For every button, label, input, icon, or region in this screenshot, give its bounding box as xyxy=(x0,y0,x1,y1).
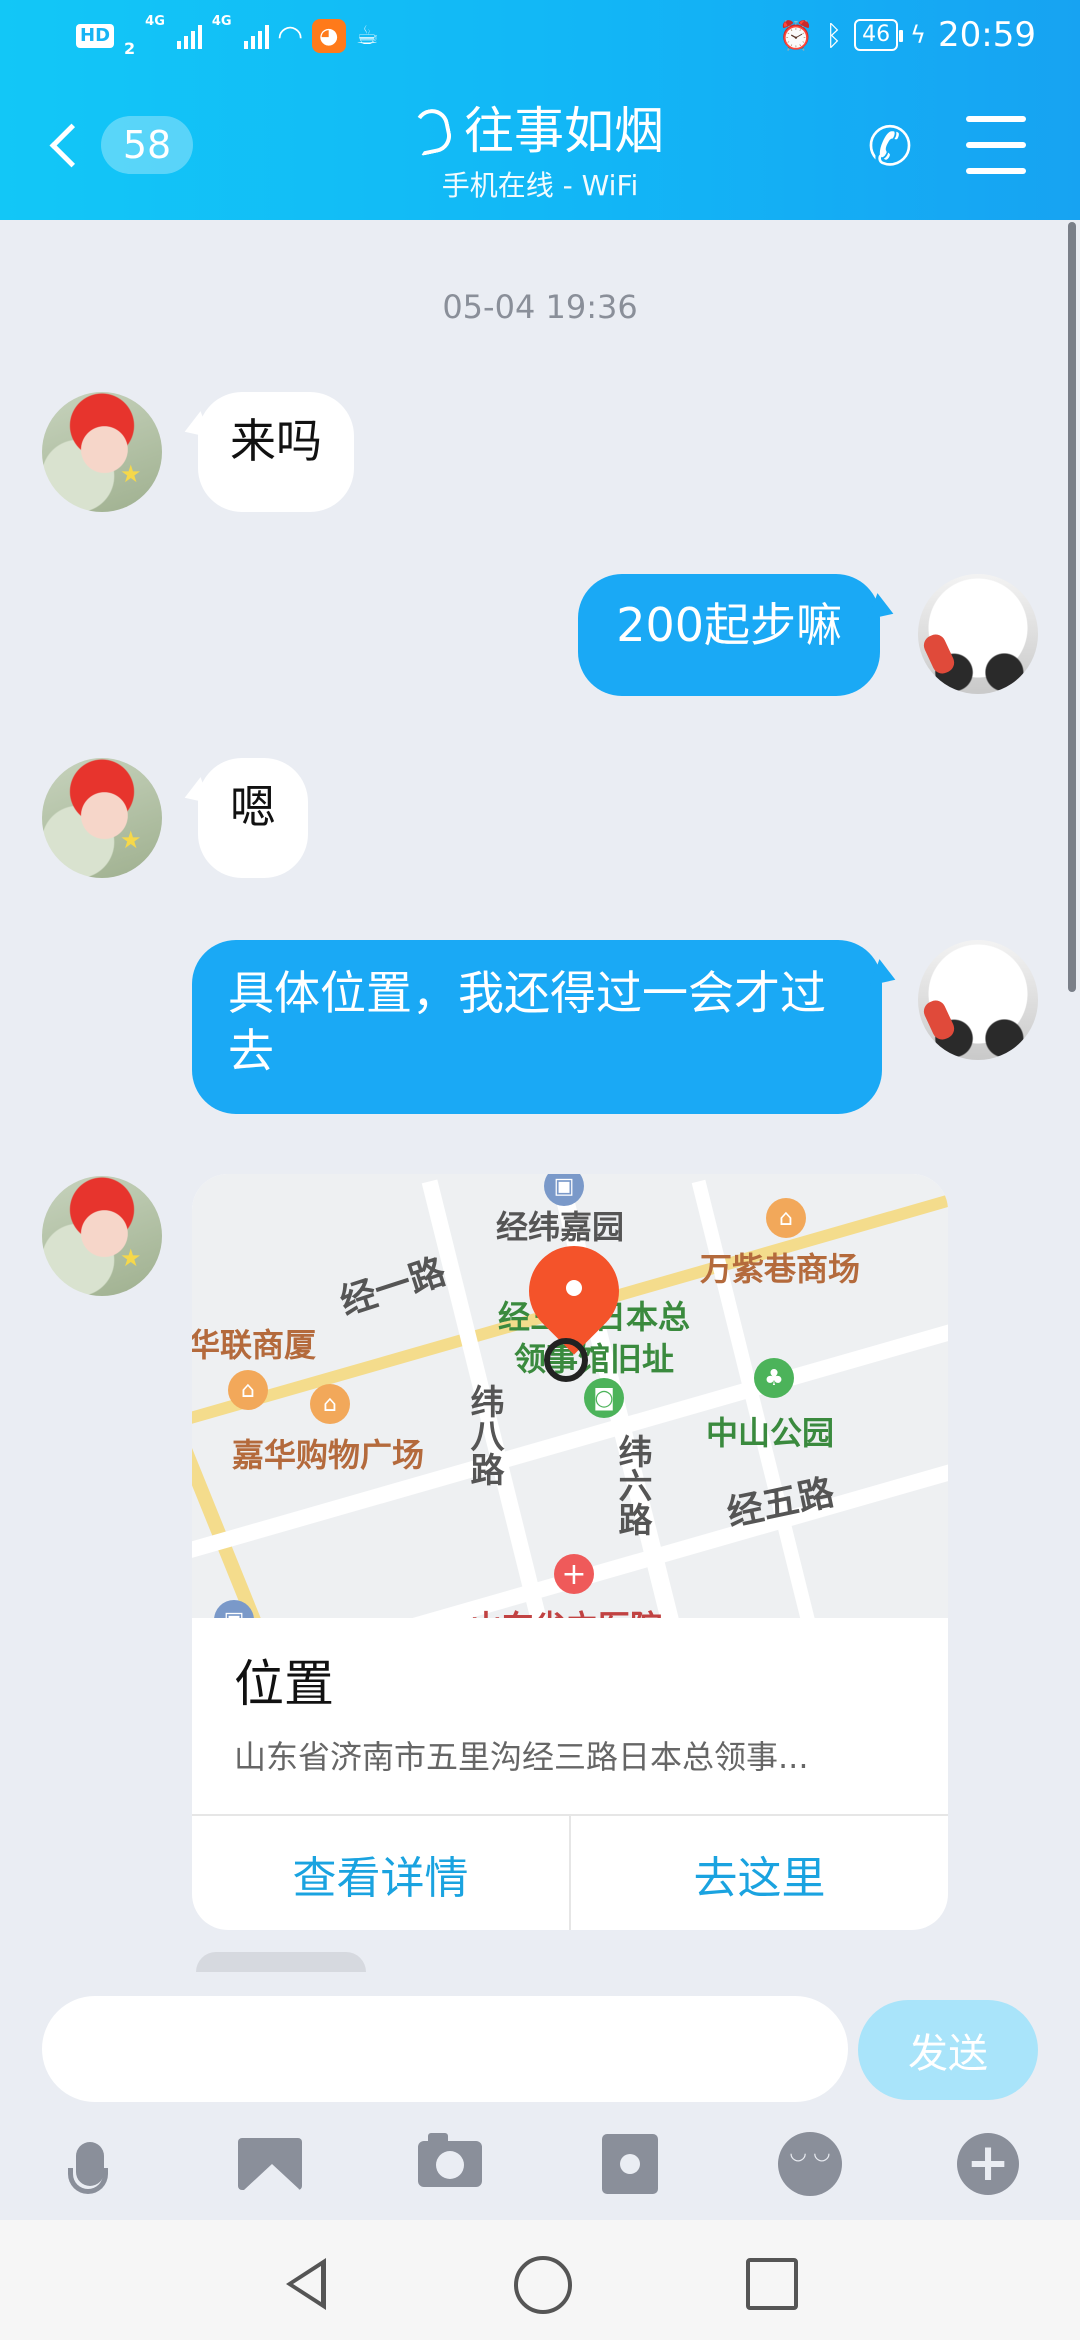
uc-browser-icon: ◕ xyxy=(311,19,346,53)
contact-avatar[interactable] xyxy=(42,392,162,512)
message-text: 200起步嘛 xyxy=(616,598,842,652)
map-label: 经纬嘉园 xyxy=(496,1208,625,1246)
map-label: 万紫巷商场 xyxy=(700,1250,861,1288)
menu-line xyxy=(966,116,1026,122)
pin-target-ring xyxy=(544,1338,588,1382)
microphone-icon[interactable] xyxy=(54,2128,126,2200)
status-bar-right: ⏰ ᛒ 46 ϟ 20:59 xyxy=(778,10,1036,60)
message-text: 具体位置，我还得过一会才过去 xyxy=(228,966,826,1078)
image-icon[interactable] xyxy=(234,2128,306,2200)
signal-icon-2 xyxy=(243,23,269,49)
wifi-icon: ◠ xyxy=(278,18,302,54)
self-avatar[interactable] xyxy=(918,574,1038,694)
map-label: 纬六路 xyxy=(612,1434,652,1536)
camera-icon[interactable] xyxy=(414,2128,486,2200)
location-address: 山东省济南市五里沟经三路日本总领事... xyxy=(234,1738,809,1776)
contact-avatar[interactable] xyxy=(42,758,162,878)
incoming-message[interactable]: 嗯 xyxy=(198,758,308,878)
title-bar: HD 2 4G 4G ◠ ◕ ☕ ⏰ ᛒ 46 ϟ 20:59 58 往事如烟 … xyxy=(0,0,1080,220)
nav-back-icon[interactable] xyxy=(286,2258,326,2310)
menu-line xyxy=(966,168,1026,174)
voice-call-button[interactable]: ✆ xyxy=(856,112,924,180)
location-title: 位置 xyxy=(234,1655,334,1713)
signal-icon xyxy=(176,23,202,49)
outgoing-message[interactable]: 200起步嘛 xyxy=(578,574,880,696)
plus-icon[interactable]: + xyxy=(952,2128,1024,2200)
shopping-icon: ⌂ xyxy=(766,1198,806,1238)
navigate-here-button[interactable]: 去这里 xyxy=(571,1816,948,1930)
message-timestamp: 05-04 19:36 xyxy=(442,288,638,326)
send-button[interactable]: 发送 xyxy=(858,2000,1038,2100)
map-label: 中山公园 xyxy=(706,1414,835,1452)
contact-avatar[interactable] xyxy=(42,1176,162,1296)
location-actions: 查看详情 去这里 xyxy=(192,1814,948,1930)
status-bar-left: HD 2 4G 4G ◠ ◕ ☕ xyxy=(76,14,379,58)
nav-home-icon[interactable] xyxy=(514,2256,572,2314)
battery-indicator: 46 xyxy=(854,19,904,51)
shopping-icon: ⌂ xyxy=(310,1384,350,1424)
map-label: 经五路 xyxy=(723,1472,838,1535)
message-text: 来吗 xyxy=(230,414,322,468)
map-label: 山东省立医院 xyxy=(470,1602,662,1618)
view-details-button[interactable]: 查看详情 xyxy=(192,1816,571,1930)
shopping-icon: ⌂ xyxy=(228,1370,268,1410)
message-input[interactable] xyxy=(42,1996,848,2102)
network-type-1: 4G xyxy=(145,14,165,29)
hd-voice-badge: HD xyxy=(76,24,115,48)
message-text: 嗯 xyxy=(230,780,276,834)
camera-spot-icon: ◙ xyxy=(584,1378,624,1418)
network-type-2: 4G xyxy=(211,14,232,29)
system-navigation-bar xyxy=(0,2220,1080,2340)
red-envelope-icon[interactable] xyxy=(594,2128,666,2200)
map-label: 纬八路 xyxy=(464,1384,504,1486)
pin-dot xyxy=(566,1280,582,1296)
map-label: 嘉华购物广场 xyxy=(232,1436,425,1474)
location-map[interactable]: 经纬嘉园 ▣ 万紫巷商场 ⌂ 经一路 经三路日本总 领事馆旧址 华联商厦 ⌂ ⌂… xyxy=(192,1174,948,1618)
chat-scrollbar[interactable] xyxy=(1068,222,1076,992)
outgoing-message[interactable]: 具体位置，我还得过一会才过去 xyxy=(192,940,882,1114)
contact-name: 往事如烟 xyxy=(464,102,664,160)
location-card[interactable]: 经纬嘉园 ▣ 万紫巷商场 ⌂ 经一路 经三路日本总 领事馆旧址 华联商厦 ⌂ ⌂… xyxy=(192,1174,948,1930)
map-label: 领事馆旧址 xyxy=(514,1340,675,1378)
earpiece-mode-icon xyxy=(411,105,455,157)
charging-icon: ϟ xyxy=(910,21,927,49)
hospital-icon: + xyxy=(554,1554,594,1594)
menu-line xyxy=(966,142,1026,148)
phone-icon: ✆ xyxy=(867,114,913,178)
nav-recents-icon[interactable] xyxy=(746,2258,798,2310)
clock: 20:59 xyxy=(938,15,1036,55)
map-label: 华联商厦 xyxy=(192,1326,317,1364)
coffee-icon: ☕ xyxy=(355,21,379,51)
incoming-message[interactable]: 来吗 xyxy=(198,392,354,512)
self-avatar[interactable] xyxy=(918,940,1038,1060)
park-icon: ♣ xyxy=(754,1358,794,1398)
alarm-icon: ⏰ xyxy=(778,18,814,52)
bluetooth-icon: ᛒ xyxy=(825,18,843,52)
sim-index: 2 xyxy=(124,39,136,58)
emoji-icon[interactable] xyxy=(774,2128,846,2200)
input-toolbar: + xyxy=(0,2120,1080,2210)
map-label: 经一路 xyxy=(335,1251,451,1324)
partially-visible-message xyxy=(196,1952,366,1972)
menu-button[interactable] xyxy=(966,116,1026,174)
